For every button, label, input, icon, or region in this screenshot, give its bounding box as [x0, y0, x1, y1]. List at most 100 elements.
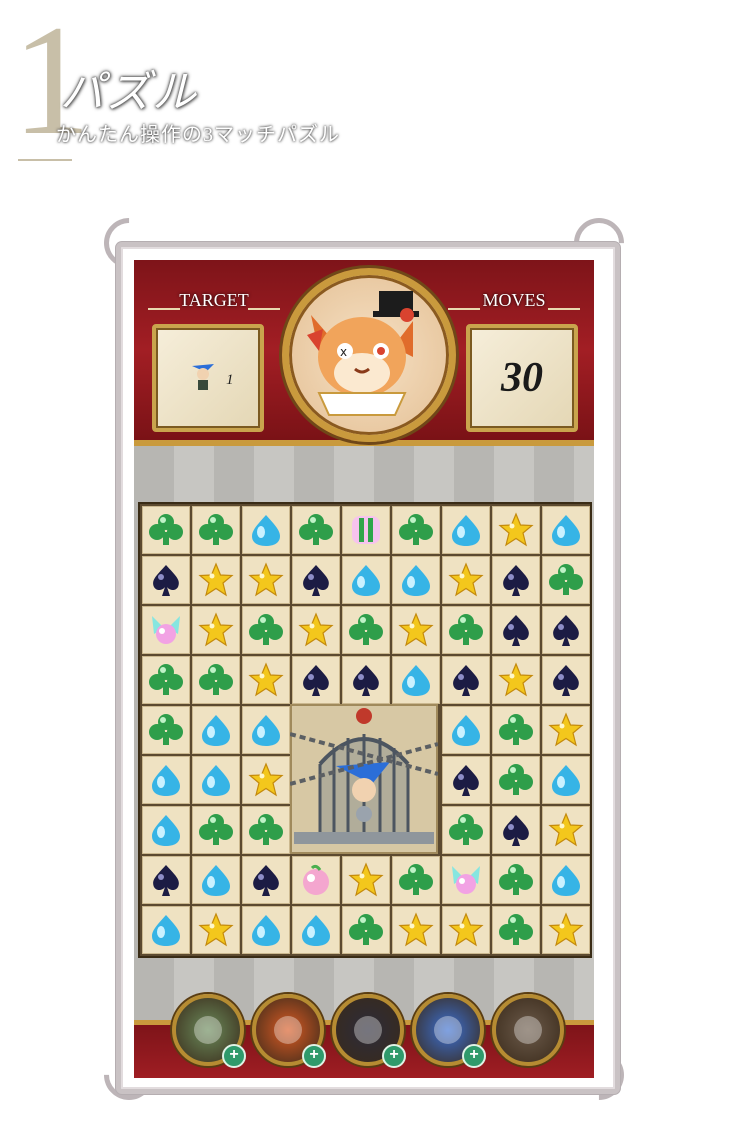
- caged-hero-icon: [192, 364, 214, 390]
- board-cell-spade[interactable]: [342, 656, 390, 704]
- board-cell-spade[interactable]: [492, 606, 540, 654]
- board-cell-drop[interactable]: [442, 706, 490, 754]
- header-underline: [18, 159, 72, 161]
- board-cell-fairy[interactable]: [442, 856, 490, 904]
- board-cell-club[interactable]: [492, 756, 540, 804]
- board-cell-club[interactable]: [492, 856, 540, 904]
- board-cell-star[interactable]: [542, 806, 590, 854]
- board-cell-club[interactable]: [142, 506, 190, 554]
- board-cell-club[interactable]: [292, 506, 340, 554]
- board-cell-drop[interactable]: [542, 506, 590, 554]
- board-cell-star[interactable]: [242, 756, 290, 804]
- board-cell-star[interactable]: [192, 606, 240, 654]
- whirlwind-item-button[interactable]: +: [412, 994, 486, 1068]
- board-cell-peach[interactable]: [292, 856, 340, 904]
- star-gem-icon: [398, 912, 434, 947]
- board-cell-spade[interactable]: [492, 806, 540, 854]
- board-cell-club[interactable]: [392, 856, 440, 904]
- board-cell-club[interactable]: [142, 706, 190, 754]
- board-cell-club[interactable]: [242, 606, 290, 654]
- board-cell-drop[interactable]: [392, 556, 440, 604]
- board-cell-spade[interactable]: [442, 656, 490, 704]
- thunder-cloud-item-button[interactable]: +: [332, 994, 406, 1068]
- board-cell-spade[interactable]: [542, 656, 590, 704]
- board-cell-drop[interactable]: [192, 756, 240, 804]
- board-cell-spade[interactable]: [142, 856, 190, 904]
- board-cell-star[interactable]: [192, 556, 240, 604]
- board-cell-drop[interactable]: [242, 706, 290, 754]
- fire-bird-item-button[interactable]: +: [252, 994, 326, 1068]
- board-cell-star[interactable]: [492, 656, 540, 704]
- spade-gem-icon: [353, 665, 379, 696]
- board-cell-club[interactable]: [192, 806, 240, 854]
- board-cell-club[interactable]: [392, 506, 440, 554]
- board-cell-drop[interactable]: [542, 756, 590, 804]
- board-cell-drop[interactable]: [142, 906, 190, 954]
- board-cell-spade[interactable]: [242, 856, 290, 904]
- board-cell-club[interactable]: [342, 906, 390, 954]
- board-cell-drop[interactable]: [242, 906, 290, 954]
- board-cell-club[interactable]: [492, 906, 540, 954]
- gear-item-button[interactable]: [492, 994, 564, 1066]
- board-cell-drop[interactable]: [242, 506, 290, 554]
- add-item-button[interactable]: +: [462, 1044, 486, 1068]
- add-item-button[interactable]: +: [382, 1044, 406, 1068]
- board-cell-star[interactable]: [292, 606, 340, 654]
- board-cell-spade[interactable]: [292, 656, 340, 704]
- club-gem-icon: [199, 814, 233, 845]
- board-cell-star[interactable]: [442, 906, 490, 954]
- board-cell-drop[interactable]: [392, 656, 440, 704]
- board-cell-drop[interactable]: [442, 506, 490, 554]
- drop-gem-icon: [202, 715, 230, 746]
- board-cell-star[interactable]: [542, 906, 590, 954]
- drop-gem-icon: [252, 515, 280, 546]
- board-cell-club[interactable]: [192, 506, 240, 554]
- board-cell-star[interactable]: [242, 556, 290, 604]
- game-screen: TARGET 1 x MOVES 30 + + + +: [134, 260, 594, 1078]
- peach-gem-icon: [303, 864, 329, 895]
- board-cell-drop[interactable]: [342, 556, 390, 604]
- spade-gem-icon: [553, 665, 579, 696]
- board-cell-drop[interactable]: [292, 906, 340, 954]
- board-cell-club[interactable]: [542, 556, 590, 604]
- board-cell-star[interactable]: [392, 906, 440, 954]
- board-cell-spade[interactable]: [442, 756, 490, 804]
- board-cell-club[interactable]: [492, 706, 540, 754]
- board-cell-club[interactable]: [142, 656, 190, 704]
- board-cell-drop[interactable]: [192, 856, 240, 904]
- add-item-button[interactable]: +: [222, 1044, 246, 1068]
- board-cell-star[interactable]: [192, 906, 240, 954]
- board-cell-star[interactable]: [492, 506, 540, 554]
- board-cell-spade[interactable]: [492, 556, 540, 604]
- special-green-gem-icon: [352, 516, 380, 544]
- board-cell-spade[interactable]: [542, 606, 590, 654]
- magic-staff-item-button[interactable]: +: [172, 994, 246, 1068]
- spade-gem-icon: [153, 565, 179, 596]
- board-cell-drop[interactable]: [142, 756, 190, 804]
- board-cell-drop[interactable]: [192, 706, 240, 754]
- board-cell-star[interactable]: [392, 606, 440, 654]
- board-cell-fairy[interactable]: [142, 606, 190, 654]
- star-gem-icon: [498, 662, 534, 697]
- board-cell-special-green[interactable]: [342, 506, 390, 554]
- board-cell-star[interactable]: [442, 556, 490, 604]
- board-cell-club[interactable]: [342, 606, 390, 654]
- drop-gem-icon: [152, 915, 180, 946]
- board-cell-club[interactable]: [442, 606, 490, 654]
- board-cell-star[interactable]: [242, 656, 290, 704]
- spade-gem-icon: [453, 665, 479, 696]
- club-gem-icon: [449, 814, 483, 845]
- add-item-button[interactable]: +: [302, 1044, 326, 1068]
- board-cell-star[interactable]: [342, 856, 390, 904]
- board-cell-star[interactable]: [542, 706, 590, 754]
- board-cell-spade[interactable]: [142, 556, 190, 604]
- board-cell-drop[interactable]: [142, 806, 190, 854]
- gem-board[interactable]: [138, 502, 592, 958]
- drop-gem-icon: [402, 665, 430, 696]
- board-cell-drop[interactable]: [542, 856, 590, 904]
- drop-gem-icon: [402, 565, 430, 596]
- board-cell-spade[interactable]: [292, 556, 340, 604]
- board-cell-club[interactable]: [192, 656, 240, 704]
- board-cell-club[interactable]: [442, 806, 490, 854]
- board-cell-club[interactable]: [242, 806, 290, 854]
